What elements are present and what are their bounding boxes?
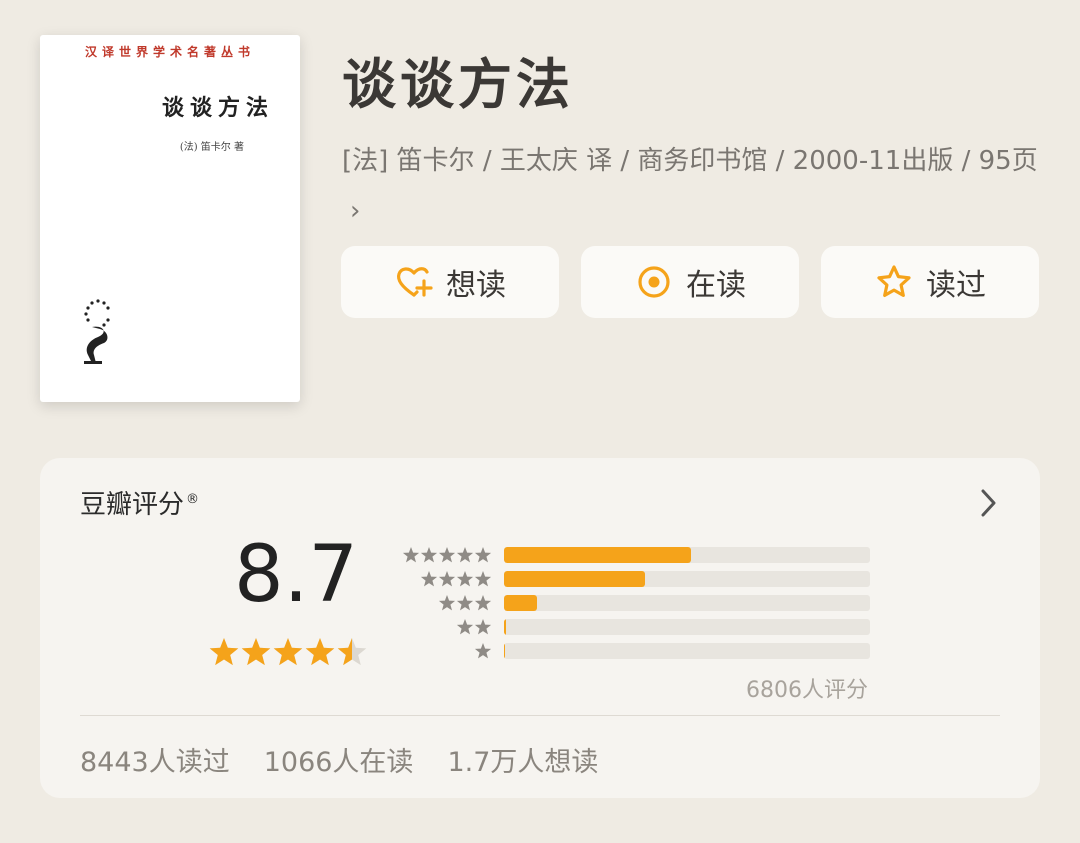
distribution-row-2-star: [396, 619, 876, 635]
distribution-bar-fill: [504, 619, 507, 635]
star-rating-2-icon: [456, 619, 492, 635]
book-title: 谈谈方法: [342, 53, 574, 116]
reading-label: 在读: [686, 268, 746, 303]
reading-count[interactable]: 1066人在读: [264, 740, 414, 779]
star-rating-1-icon: [474, 643, 492, 659]
divider: [80, 715, 1000, 716]
star-filled-icon: [305, 638, 335, 666]
want-to-read-label: 想读: [446, 268, 506, 303]
read-count[interactable]: 8443人读过: [80, 740, 230, 779]
reading-button[interactable]: 在读: [581, 246, 799, 318]
star-outline-icon: [877, 265, 911, 297]
distribution-row-1-star: [396, 643, 876, 659]
rating-title-text: 豆瓣评分: [80, 490, 185, 520]
want-to-read-button[interactable]: 想读: [341, 246, 559, 318]
distribution-bar-track: [504, 547, 870, 563]
have-read-button[interactable]: 读过: [821, 246, 1039, 318]
distribution-bar-track: [504, 571, 870, 587]
distribution-row-4-star: [396, 571, 876, 587]
distribution-bar-track: [504, 643, 870, 659]
distribution-bar-track: [504, 619, 870, 635]
distribution-bar-track: [504, 595, 870, 611]
book-meta[interactable]: [法] 笛卡尔 / 王太庆 译 / 商务印书馆 / 2000-11出版 / 95…: [342, 136, 1052, 236]
heart-plus-icon: [396, 267, 433, 297]
registered-mark: ®: [186, 492, 200, 508]
publisher-logo-icon: [84, 299, 110, 364]
distribution-bar-fill: [504, 643, 506, 659]
star-rating-4-icon: [420, 571, 492, 587]
cover-author-text: (法) 笛卡尔 著: [179, 142, 244, 153]
distribution-bar-fill: [504, 547, 691, 563]
rating-card: 豆瓣评分 ® 8.7 6806人评分 8443人读过 1066人在读 1.7万人想…: [40, 458, 1040, 798]
book-meta-text: [法] 笛卡尔 / 王太庆 译 / 商务印书馆 / 2000-11出版 / 95…: [342, 146, 1038, 176]
cover-title-text: 谈谈方法: [161, 95, 274, 121]
rating-card-title: 豆瓣评分 ®: [80, 484, 199, 521]
book-cover[interactable]: 汉译世界学术名著丛书 谈谈方法 (法) 笛卡尔 著: [40, 35, 300, 402]
star-filled-icon: [241, 638, 271, 666]
rating-stars: [209, 638, 367, 666]
distribution-bar-fill: [504, 571, 645, 587]
cover-series-text: 汉译世界学术名著丛书: [84, 45, 255, 59]
distribution-bar-fill: [504, 595, 537, 611]
distribution-row-3-star: [396, 595, 876, 611]
rating-count: 6806人评分: [746, 678, 868, 703]
rating-score: 8.7: [234, 530, 359, 620]
wish-count[interactable]: 1.7万人想读: [447, 740, 598, 779]
star-rating-3-icon: [438, 595, 492, 611]
reader-stats: 8443人读过 1066人在读 1.7万人想读: [80, 740, 598, 779]
chevron-right-icon[interactable]: [978, 486, 1000, 520]
have-read-label: 读过: [926, 268, 986, 303]
star-rating-5-icon: [402, 547, 492, 563]
chevron-right-icon: ›: [350, 196, 361, 226]
star-filled-icon: [209, 638, 239, 666]
distribution-row-5-star: [396, 547, 876, 563]
star-filled-icon: [273, 638, 303, 666]
target-icon: [638, 266, 670, 298]
